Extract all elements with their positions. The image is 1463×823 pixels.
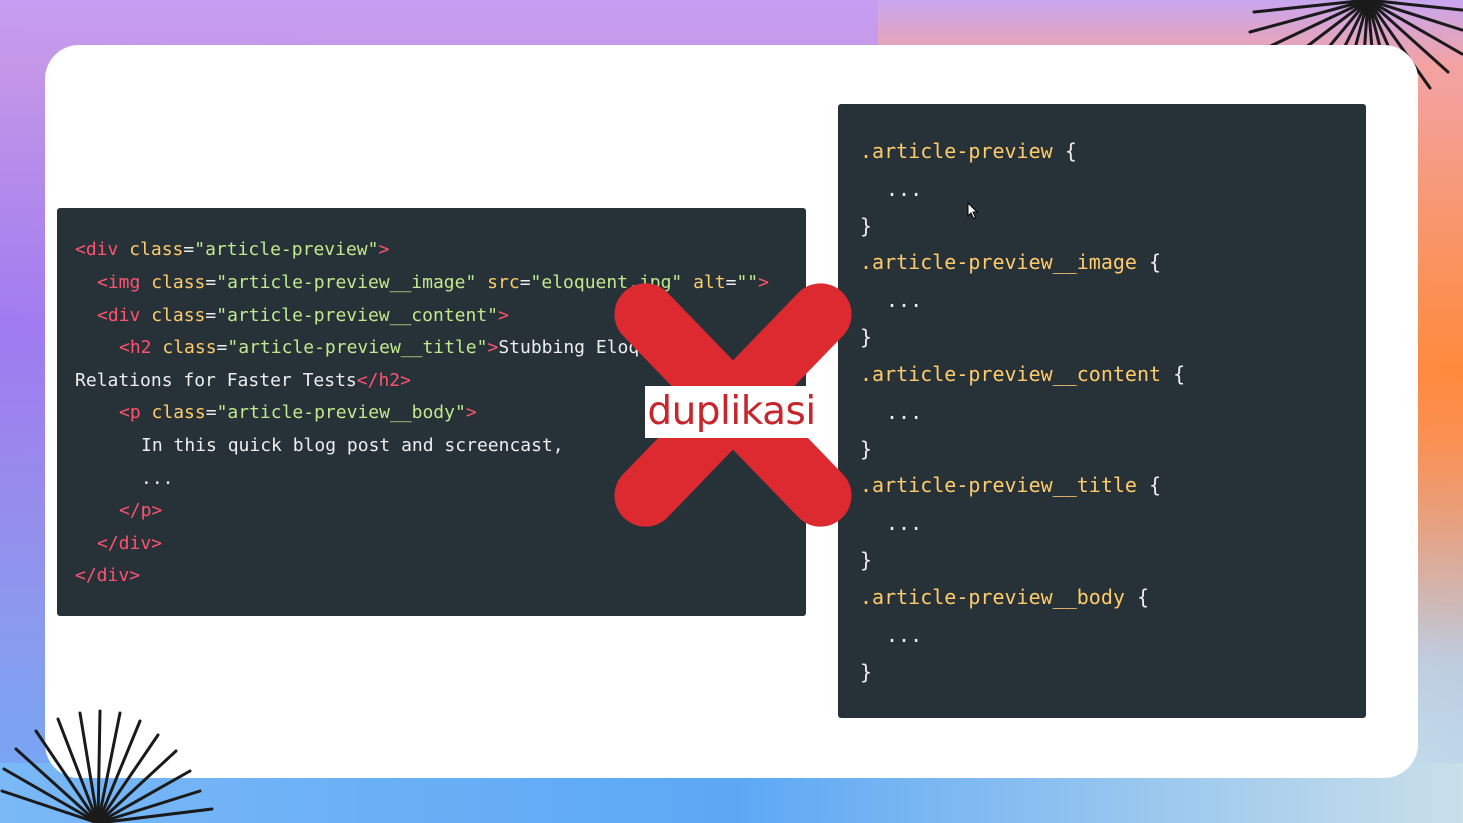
code-token: Relations for Faster Tests xyxy=(75,370,357,391)
code-line-10: </div> xyxy=(97,533,162,554)
code-token: "article-preview__title" xyxy=(227,337,488,358)
code-token: = xyxy=(183,239,195,260)
code-token: { xyxy=(1064,139,1077,163)
css-rule-selector: .article-preview__body { xyxy=(860,585,1149,609)
sunburst-decoration-bottom-left xyxy=(0,709,214,823)
code-line-1: <div class="article-preview"> xyxy=(75,239,389,260)
code-line-3: <div class="article-preview__content"> xyxy=(97,305,509,326)
code-line-9: </p> xyxy=(119,500,162,521)
code-token: <h2 xyxy=(119,337,152,358)
code-token: ... xyxy=(141,468,174,489)
code-token: </h2> xyxy=(356,370,411,391)
css-rule-body: ... xyxy=(886,400,923,424)
code-token: .article-preview__image xyxy=(860,250,1137,274)
code-token: .article-preview xyxy=(860,139,1053,163)
css-rule-selector: .article-preview { xyxy=(860,139,1077,163)
code-token: <img xyxy=(97,272,141,293)
css-rule-body: ... xyxy=(886,288,923,312)
code-token: { xyxy=(1173,362,1186,386)
code-token: </p> xyxy=(119,500,163,521)
css-code-block: .article-preview { ... } .article-previe… xyxy=(838,104,1366,718)
code-line-7: In this quick blog post and screencast, xyxy=(141,435,564,456)
code-token: "article-preview__image" xyxy=(216,272,477,293)
code-token: class xyxy=(140,402,206,423)
code-token: = xyxy=(519,272,531,293)
code-line-8: ... xyxy=(141,468,174,489)
code-token: </div> xyxy=(97,533,163,554)
css-rule-body: ... xyxy=(886,511,923,535)
code-line-11: </div> xyxy=(75,565,140,586)
duplication-label: duplikasi xyxy=(645,386,818,438)
code-token: <div xyxy=(75,239,119,260)
css-rule-body: ... xyxy=(886,177,923,201)
code-token: > xyxy=(487,337,499,358)
code-token: "article-preview__content" xyxy=(216,305,498,326)
code-token: class xyxy=(140,272,206,293)
code-token: > xyxy=(498,305,509,326)
code-token: class xyxy=(118,239,184,260)
code-token: src xyxy=(476,272,520,293)
code-token: </div> xyxy=(75,565,141,586)
code-token: .article-preview__content xyxy=(860,362,1162,386)
code-token: = xyxy=(205,272,217,293)
css-rule-selector: .article-preview__title { xyxy=(860,473,1161,497)
mouse-cursor-icon xyxy=(967,202,979,220)
css-rule-selector: .article-preview__image { xyxy=(860,250,1161,274)
css-rule-close: } xyxy=(860,214,873,238)
code-token: > xyxy=(465,402,477,423)
code-token: .article-preview__body xyxy=(860,585,1125,609)
code-token: = xyxy=(205,305,217,326)
code-token: <p xyxy=(119,402,141,423)
css-rule-close: } xyxy=(860,548,873,572)
code-token: { xyxy=(1136,585,1149,609)
code-token: <div xyxy=(97,305,141,326)
css-rule-selector: .article-preview__content { xyxy=(860,362,1185,386)
code-token: "article-preview__body" xyxy=(216,402,466,423)
code-token: In this quick blog post and screencast, xyxy=(141,435,564,456)
code-token: class xyxy=(151,337,217,358)
code-token: { xyxy=(1149,473,1162,497)
code-token: = xyxy=(216,337,228,358)
code-token: class xyxy=(140,305,206,326)
code-token: > xyxy=(378,239,390,260)
code-token: .article-preview__title xyxy=(860,473,1137,497)
css-rule-close: } xyxy=(860,660,873,684)
code-token: { xyxy=(1149,250,1162,274)
code-line-6: <p class="article-preview__body"> xyxy=(119,402,477,423)
code-token: "article-preview" xyxy=(194,239,379,260)
css-rule-body: ... xyxy=(886,623,923,647)
code-line-5: Relations for Faster Tests</h2> xyxy=(75,370,411,391)
code-token: = xyxy=(205,402,217,423)
